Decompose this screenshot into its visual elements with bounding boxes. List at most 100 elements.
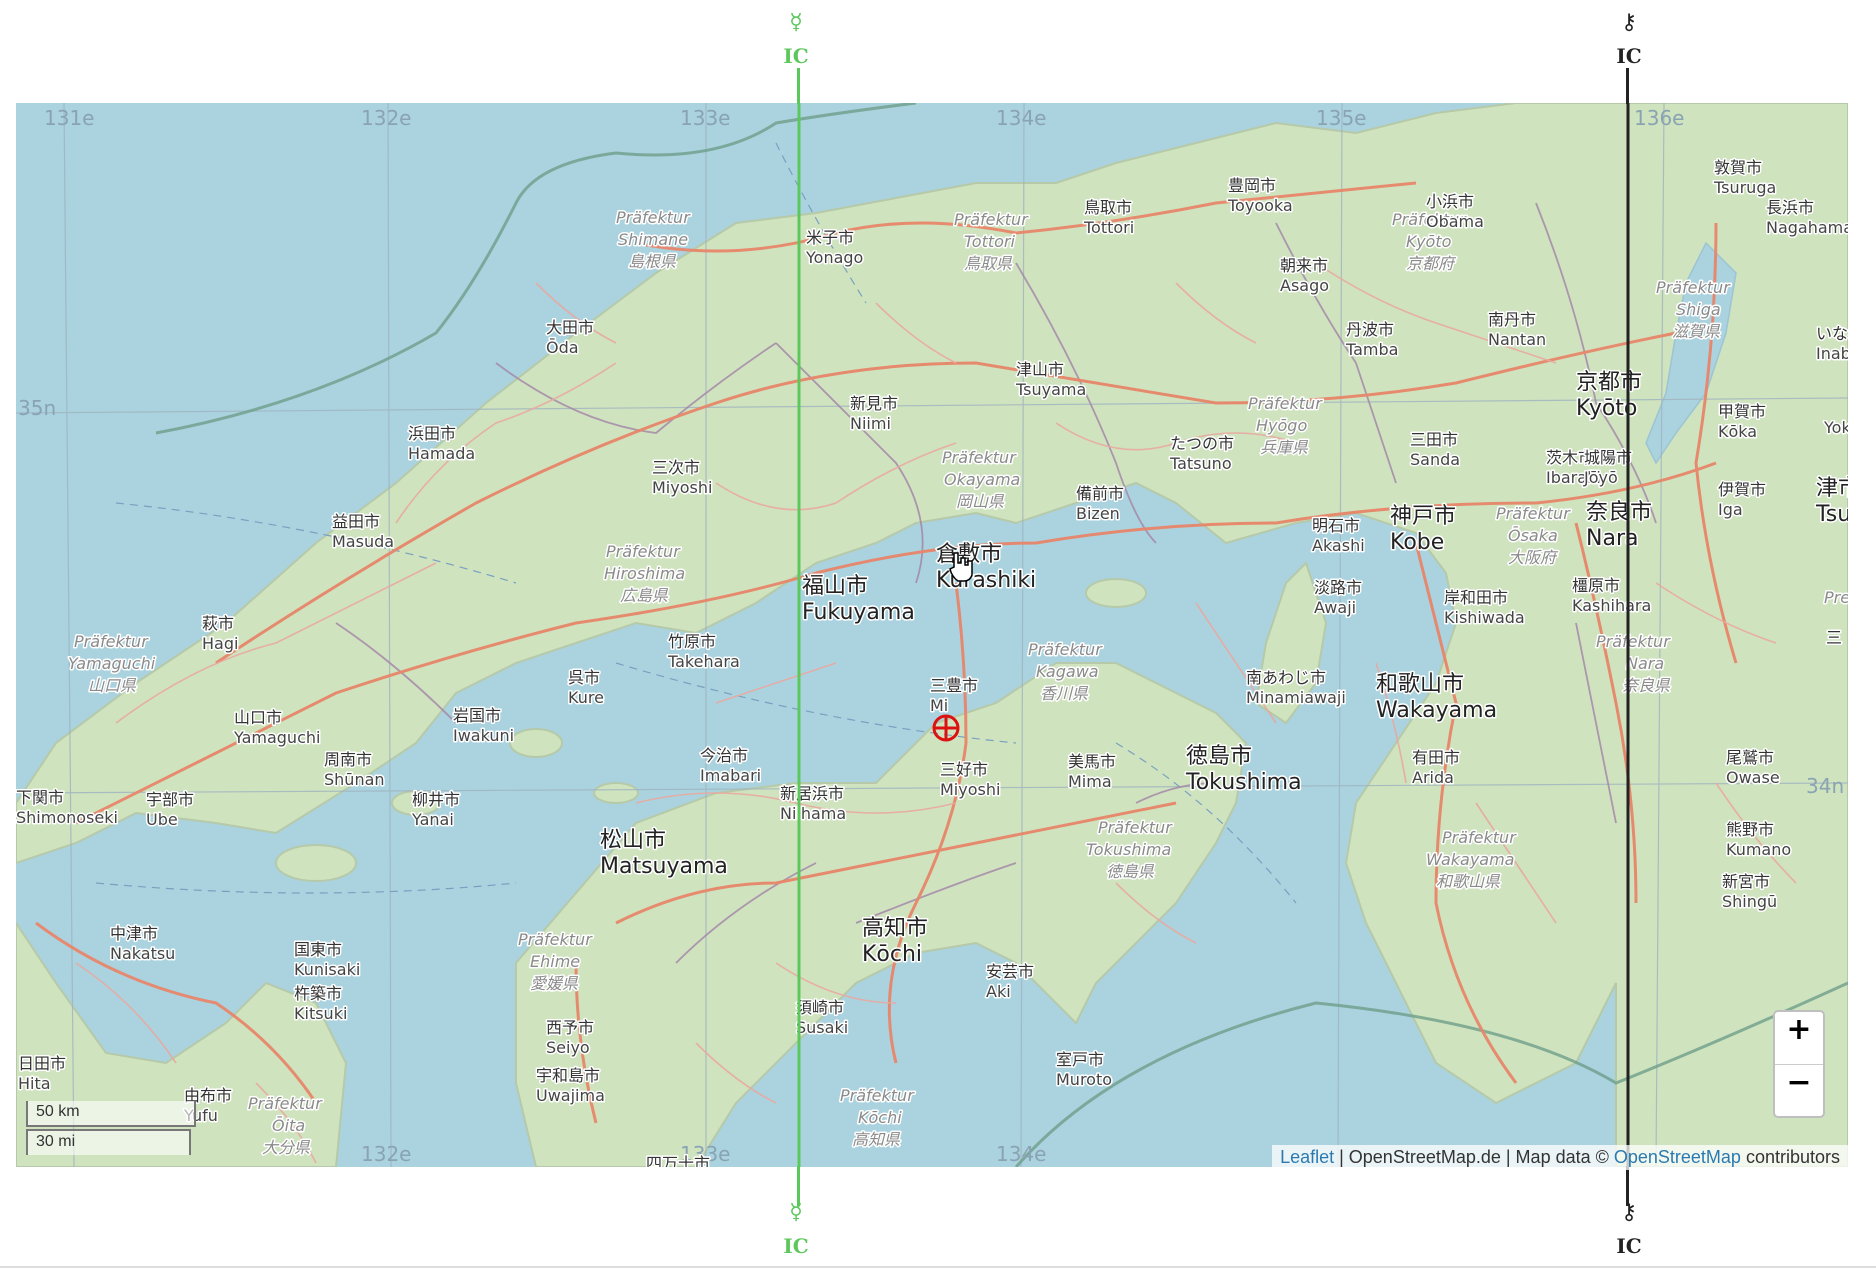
- svg-text:35n: 35n: [18, 396, 56, 420]
- map-canvas[interactable]: 131e 132e 133e 134e 135e 136e 132e 133e …: [16, 103, 1848, 1167]
- city-name-latin: Kumano: [1726, 840, 1791, 859]
- city-name-latin: Yanai: [411, 810, 454, 829]
- ic-line-mercury-top-extension: [797, 68, 800, 104]
- svg-text:Yok: Yok: [1823, 418, 1848, 437]
- city-name-latin: Muroto: [1056, 1070, 1112, 1089]
- svg-text:香川県: 香川県: [1040, 684, 1089, 703]
- city-name-latin: Shūnan: [324, 770, 385, 789]
- svg-text:Präfektur: Präfektur: [1248, 394, 1323, 413]
- city-name-jp: 甲賀市: [1718, 402, 1766, 421]
- left-line-glyph-bottom: ☿: [789, 1200, 803, 1225]
- svg-text:Shimane: Shimane: [618, 230, 688, 249]
- svg-text:滋賀県: 滋賀県: [1672, 322, 1721, 341]
- ic-line-chiron-top-extension: [1626, 68, 1629, 104]
- city-name-latin: Miyoshi: [940, 780, 1000, 799]
- city-name-latin: Susaki: [796, 1018, 848, 1037]
- major-city-name-latin: Tokushima: [1185, 770, 1302, 795]
- city-name-jp: 敦賀市: [1714, 158, 1762, 177]
- city-name-latin: Hita: [18, 1074, 51, 1093]
- city-name-latin: Sanda: [1410, 450, 1460, 469]
- svg-text:Nara: Nara: [1626, 654, 1664, 673]
- city-name-jp: 伊賀市: [1718, 480, 1766, 499]
- city-name-jp: 淡路市: [1314, 578, 1362, 597]
- city-label: 尾鷲市Owase: [1725, 747, 1782, 789]
- major-city-name-latin: Fukuyama: [802, 600, 915, 625]
- city-name-jp: 宇和島市: [536, 1066, 600, 1085]
- city-name-latin: Mi: [930, 696, 948, 715]
- city-label: 室戸市Muroto: [1055, 1049, 1114, 1091]
- svg-text:Pre: Pre: [1824, 588, 1848, 607]
- major-city-label: 高知市Kōchi: [861, 915, 930, 969]
- city-name-latin: Minamiawaji: [1246, 688, 1346, 707]
- city-name-latin: Mima: [1068, 772, 1112, 791]
- position-crosshair-marker[interactable]: [932, 714, 960, 742]
- city-name-jp: 竹原市: [668, 632, 716, 651]
- major-city-label: 津市Tsu: [1814, 475, 1849, 529]
- svg-text:大分県: 大分県: [262, 1138, 311, 1157]
- city-label: 淡路市Awaji: [1313, 577, 1364, 619]
- city-name-jp: 安芸市: [986, 962, 1034, 981]
- bottom-divider: [0, 1266, 1876, 1268]
- city-name-jp: 城陽市: [1584, 448, 1632, 467]
- city-name-jp: 米子市: [806, 228, 854, 247]
- svg-text:Präfektur: Präfektur: [248, 1094, 323, 1113]
- city-name-latin: Tatsuno: [1169, 454, 1232, 473]
- city-name-jp: 三田市: [1410, 430, 1458, 449]
- major-city-name-jp: 松山市: [600, 828, 666, 853]
- city-name-latin: Kunisaki: [294, 960, 360, 979]
- city-name-latin: Hamada: [408, 444, 475, 463]
- city-name-latin: Tamba: [1345, 340, 1398, 359]
- city-name-jp: 須崎市: [796, 998, 844, 1017]
- major-city-name-latin: Wakayama: [1376, 698, 1497, 723]
- leaflet-link[interactable]: Leaflet: [1280, 1147, 1334, 1167]
- right-line-glyph-bottom: ⚷: [1620, 1200, 1638, 1225]
- right-line-label-top: IC: [1616, 44, 1642, 68]
- zoom-out-button[interactable]: −: [1775, 1064, 1823, 1117]
- city-name-latin: Jōyō: [1583, 468, 1618, 487]
- city-label: 西予市Seiyo: [545, 1017, 596, 1059]
- city-name-jp: 長浜市: [1766, 198, 1814, 217]
- svg-text:Präfektur: Präfektur: [616, 208, 691, 227]
- city-name-jp: 杵築市: [294, 984, 342, 1003]
- city-name-latin: Imabari: [700, 766, 761, 785]
- city-name-jp: 今治市: [700, 746, 748, 765]
- city-name-jp: 南丹市: [1488, 310, 1536, 329]
- city-name-latin: Nantan: [1488, 330, 1546, 349]
- svg-text:京都府: 京都府: [1406, 254, 1457, 273]
- svg-text:131e: 131e: [44, 106, 94, 130]
- svg-text:Präfektur: Präfektur: [840, 1086, 915, 1105]
- major-city-name-latin: Kōchi: [862, 942, 922, 967]
- city-name-jp: 尾鷲市: [1726, 748, 1774, 767]
- city-name-latin: Kitsuki: [294, 1004, 347, 1023]
- major-city-name-latin: Kobe: [1390, 530, 1444, 555]
- city-label: 備前市Bizen: [1075, 483, 1126, 525]
- zoom-in-button[interactable]: +: [1775, 1012, 1823, 1064]
- svg-text:Tottori: Tottori: [964, 232, 1016, 251]
- city-name-jp: 中津市: [110, 924, 158, 943]
- major-city-name-jp: 京都市: [1576, 370, 1642, 395]
- city-label: 新宮市Shingū: [1721, 871, 1779, 913]
- city-name-latin: Kure: [568, 688, 604, 707]
- zoom-control: + −: [1773, 1010, 1825, 1118]
- city-label: 鳥取市Tottori: [1082, 197, 1136, 239]
- city-name-latin: Aki: [986, 982, 1011, 1001]
- city-name-jp: 益田市: [332, 512, 380, 531]
- map-tiles[interactable]: 131e 132e 133e 134e 135e 136e 132e 133e …: [16, 103, 1848, 1167]
- svg-text:Kyōto: Kyōto: [1406, 232, 1452, 251]
- major-city-name-jp: 津市: [1816, 476, 1848, 501]
- island-inland-sea-2: [593, 782, 639, 804]
- svg-text:132e: 132e: [361, 106, 411, 130]
- svg-text:Präfektur: Präfektur: [1596, 632, 1671, 651]
- svg-text:Yamaguchi: Yamaguchi: [68, 654, 156, 673]
- city-name-latin: Seiyo: [546, 1038, 590, 1057]
- left-line-glyph-top: ☿: [789, 10, 803, 35]
- openstreetmap-link[interactable]: OpenStreetMap: [1614, 1147, 1741, 1167]
- island-inland-sea-4: [275, 844, 357, 882]
- svg-text:132e: 132e: [361, 1142, 411, 1166]
- svg-text:Okayama: Okayama: [944, 470, 1020, 489]
- city-name-jp: 西予市: [546, 1018, 594, 1037]
- svg-text:Ehime: Ehime: [530, 952, 580, 971]
- svg-text:Ōita: Ōita: [272, 1116, 305, 1135]
- city-name-jp: 豊岡市: [1228, 176, 1276, 195]
- city-name-jp: 南あわじ市: [1246, 668, 1326, 687]
